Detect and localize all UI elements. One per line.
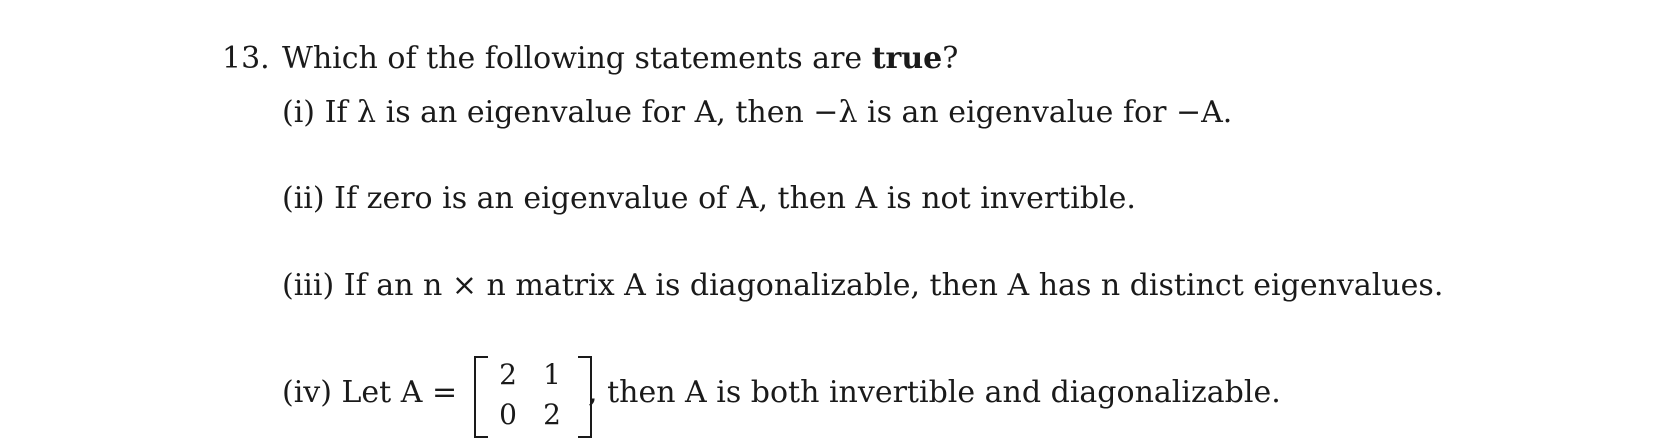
question-stem-end: ? — [942, 41, 959, 76]
matrix-cell-1-2: 1 — [543, 358, 561, 391]
statement-iv-label: (iv) — [282, 375, 332, 410]
question-stem-bold: true — [871, 41, 943, 76]
matrix-cell-1-1: 2 — [499, 358, 517, 391]
matrix-cell-2-2: 2 — [543, 398, 561, 431]
statement-i-text: If λ is an eigenvalue for A, then −λ is … — [324, 95, 1233, 130]
matrix-left-bracket — [474, 356, 488, 438]
question-number: 13. — [222, 41, 270, 76]
statement-iv-prefix: Let A = — [341, 375, 458, 410]
question-stem: Which of the following statements are tr… — [282, 41, 958, 77]
problem-13: 13. Which of the following statements ar… — [0, 0, 1654, 447]
statement-ii: (ii) If zero is an eigenvalue of A, then… — [282, 181, 1136, 217]
statement-ii-text: If zero is an eigenvalue of A, then A is… — [334, 181, 1136, 216]
matrix-cell-2-1: 0 — [499, 398, 517, 431]
statement-iv-suffix: , then A is both invertible and diagonal… — [588, 375, 1281, 410]
statement-i-label: (i) — [282, 95, 316, 130]
statement-iii-label: (iii) — [282, 268, 335, 303]
statement-i: (i) If λ is an eigenvalue for A, then −λ… — [282, 95, 1232, 131]
matrix-a: 2 1 0 2 — [474, 350, 592, 438]
statement-iii-text: If an n × n matrix A is diagonalizable, … — [343, 268, 1444, 303]
statement-iv-prefix-line: (iv) Let A = — [282, 375, 457, 411]
statement-ii-label: (ii) — [282, 181, 325, 216]
question-stem-text: Which of the following statements are — [282, 41, 872, 76]
statement-iii: (iii) If an n × n matrix A is diagonaliz… — [282, 268, 1443, 304]
